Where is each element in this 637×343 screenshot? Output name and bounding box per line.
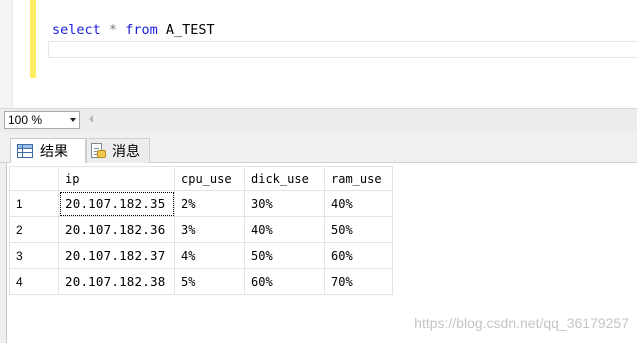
- cell-ram-use[interactable]: 70%: [324, 268, 393, 295]
- results-tab-strip: 结果 消息: [0, 132, 637, 163]
- cell-dick-use[interactable]: 30%: [244, 190, 325, 217]
- cell-ram-use[interactable]: 40%: [324, 190, 393, 217]
- star-operator: *: [108, 22, 118, 38]
- change-tracking-bar: [30, 0, 36, 78]
- sql-query-line[interactable]: select * from A_TEST: [52, 19, 215, 41]
- column-header-cpu-use[interactable]: cpu_use: [174, 166, 245, 191]
- tab-results-label: 结果: [40, 144, 68, 160]
- cell-cpu-use[interactable]: 4%: [174, 242, 245, 269]
- column-header-ip[interactable]: ip: [58, 166, 175, 191]
- grid-left-border: [0, 163, 7, 343]
- cell-cpu-use[interactable]: 5%: [174, 268, 245, 295]
- watermark-text: https://blog.csdn.net/qq_36179257: [414, 315, 629, 331]
- column-header-ram-use[interactable]: ram_use: [324, 166, 393, 191]
- cell-dick-use[interactable]: 50%: [244, 242, 325, 269]
- zoom-bar: 100 %: [0, 108, 637, 132]
- table-row[interactable]: 2 20.107.182.36 3% 40% 50%: [9, 216, 393, 243]
- zoom-value: 100 %: [8, 113, 43, 127]
- table-row[interactable]: 3 20.107.182.37 4% 50% 60%: [9, 242, 393, 269]
- cell-cpu-use[interactable]: 3%: [174, 216, 245, 243]
- editor-gutter: [0, 0, 13, 108]
- table-row[interactable]: 1 20.107.182.35 2% 30% 40%: [9, 190, 393, 217]
- row-number[interactable]: 4: [9, 268, 59, 295]
- row-number-header[interactable]: [9, 166, 59, 191]
- message-icon: [91, 143, 106, 159]
- keyword-select: select: [52, 22, 101, 38]
- grid-icon: [17, 144, 33, 158]
- header-row: ip cpu_use dick_use ram_use: [9, 166, 393, 191]
- tab-results[interactable]: 结果: [10, 138, 86, 163]
- cell-ip[interactable]: 20.107.182.37: [58, 242, 175, 269]
- row-number[interactable]: 2: [9, 216, 59, 243]
- column-header-dick-use[interactable]: dick_use: [244, 166, 325, 191]
- scroll-left-arrow-icon[interactable]: [89, 115, 93, 123]
- cell-ip[interactable]: 20.107.182.35: [58, 190, 175, 217]
- cell-ip[interactable]: 20.107.182.36: [58, 216, 175, 243]
- cell-ip[interactable]: 20.107.182.38: [58, 268, 175, 295]
- chevron-down-icon[interactable]: [70, 118, 76, 122]
- ssms-query-window: select * from A_TEST 100 % 结果 消息 ip cpu_…: [0, 0, 637, 343]
- current-line-highlight[interactable]: [48, 41, 637, 58]
- cell-dick-use[interactable]: 60%: [244, 268, 325, 295]
- row-number[interactable]: 1: [9, 190, 59, 217]
- table-name: A_TEST: [165, 22, 215, 38]
- tab-messages-label: 消息: [112, 144, 140, 160]
- cell-dick-use[interactable]: 40%: [244, 216, 325, 243]
- sql-editor[interactable]: select * from A_TEST: [0, 0, 637, 108]
- cell-cpu-use[interactable]: 2%: [174, 190, 245, 217]
- cell-ram-use[interactable]: 50%: [324, 216, 393, 243]
- keyword-from: from: [125, 22, 158, 38]
- results-grid[interactable]: ip cpu_use dick_use ram_use 1 20.107.182…: [9, 166, 393, 295]
- table-row[interactable]: 4 20.107.182.38 5% 60% 70%: [9, 268, 393, 295]
- row-number[interactable]: 3: [9, 242, 59, 269]
- cell-ram-use[interactable]: 60%: [324, 242, 393, 269]
- zoom-dropdown[interactable]: 100 %: [4, 111, 80, 129]
- tab-messages[interactable]: 消息: [86, 138, 150, 163]
